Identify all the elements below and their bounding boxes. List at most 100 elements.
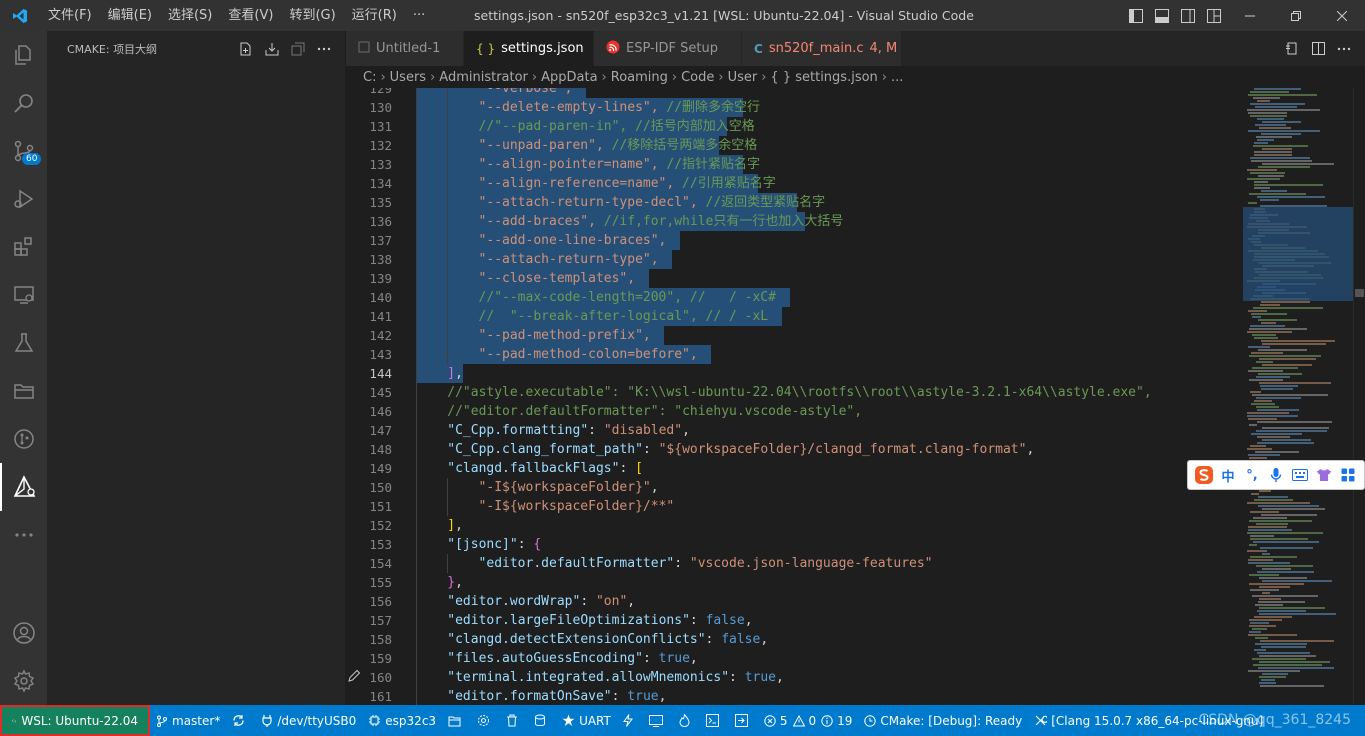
code-token: "--add-braces", (478, 214, 596, 229)
explorer-icon[interactable] (0, 31, 47, 79)
breadcrumb-item[interactable]: Users (390, 70, 426, 85)
chevron-right-icon: › (601, 69, 607, 85)
configure-icon[interactable] (259, 38, 285, 60)
ime-punctuation[interactable]: °, (1240, 463, 1264, 487)
vertical-scrollbar[interactable] (1353, 88, 1365, 705)
menu-run[interactable]: 运行(R) (344, 0, 405, 31)
toolbox-grid-icon[interactable] (1336, 463, 1360, 487)
minimap-line (1262, 439, 1311, 441)
indent-guide (416, 478, 417, 497)
cmake-status[interactable]: CMake: [Debug]: Ready (858, 705, 1028, 736)
menu-more[interactable]: ··· (405, 0, 433, 31)
full-clean-trash-icon[interactable] (500, 705, 528, 736)
toggle-secondary-sidebar-icon[interactable] (1175, 0, 1201, 31)
account-icon[interactable] (0, 609, 47, 657)
menu-file[interactable]: 文件(F) (40, 0, 100, 31)
keyboard-icon[interactable] (1288, 463, 1312, 487)
menu-edit[interactable]: 编辑(E) (100, 0, 160, 31)
code-token: //"astyle.executable": "K:\\wsl-ubuntu-2… (447, 385, 1152, 400)
indent-guide (416, 155, 417, 174)
execute-task-icon[interactable] (729, 705, 758, 736)
serial-port-status[interactable]: /dev/ttyUSB0 (255, 705, 362, 736)
tab-settings-json[interactable]: { } settings.json × (464, 31, 605, 66)
run-debug-icon[interactable] (0, 175, 47, 223)
more-actions-icon[interactable] (311, 38, 337, 60)
problems-status[interactable]: 5 0 19 (758, 705, 859, 736)
source-control-icon[interactable]: 60 (0, 127, 47, 175)
breadcrumb-item[interactable]: Code (681, 70, 714, 85)
sdk-config-gear-icon[interactable] (471, 705, 500, 736)
minimap-slider[interactable] (1243, 207, 1353, 301)
breadcrumb-item[interactable]: C: (363, 70, 376, 85)
search-icon[interactable] (0, 79, 47, 127)
target-label: esp32c3 (385, 713, 437, 728)
breadcrumb-item[interactable]: { } settings.json (770, 70, 877, 85)
edit-pencil-icon (348, 669, 361, 686)
minimap-line (1250, 103, 1305, 105)
manage-gear-icon[interactable] (0, 657, 47, 705)
remote-icon (12, 718, 17, 723)
target-status[interactable]: esp32c3 (362, 705, 442, 736)
code-line: "clangd.detectExtensionConflicts": false… (447, 630, 768, 649)
minimap-line (1248, 202, 1257, 204)
cmake-icon[interactable] (0, 463, 47, 511)
monitor-icon[interactable] (643, 705, 673, 736)
flash-lightning-icon[interactable] (617, 705, 643, 736)
remote-indicator[interactable]: WSL: Ubuntu-22.04 (0, 705, 150, 736)
sogou-logo-icon[interactable] (1192, 463, 1216, 487)
remote-explorer-icon[interactable] (0, 271, 47, 319)
restore-icon[interactable] (1273, 0, 1319, 31)
breadcrumb-item[interactable]: Roaming (611, 70, 668, 85)
split-editor-icon[interactable] (1305, 38, 1331, 60)
skin-shirt-icon[interactable] (1312, 463, 1336, 487)
testing-icon[interactable] (0, 319, 47, 367)
sync-icon[interactable] (226, 705, 255, 736)
editor-more-actions-icon[interactable] (1331, 38, 1357, 60)
tab-sn520f-main-c[interactable]: C sn520f_main.c 4, M (742, 31, 902, 66)
menu-selection[interactable]: 选择(S) (160, 0, 220, 31)
build-flash-monitor-flame-icon[interactable] (673, 705, 700, 736)
minimap-line (1257, 610, 1306, 612)
breadcrumb-item[interactable]: Administrator (439, 70, 528, 85)
extensions-icon[interactable] (0, 223, 47, 271)
collapse-all-icon[interactable] (285, 38, 311, 60)
toggle-panel-icon[interactable] (1149, 0, 1175, 31)
customize-layout-icon[interactable] (1201, 0, 1227, 31)
chevron-right-icon: › (430, 69, 436, 85)
indent-guide (416, 212, 417, 231)
breadcrumb-item[interactable]: ... (891, 70, 903, 85)
scrollbar-thumb[interactable] (1355, 289, 1364, 297)
microphone-icon[interactable] (1264, 463, 1288, 487)
toggle-sidebar-icon[interactable] (1123, 0, 1149, 31)
tab-label: ESP-IDF Setup (626, 41, 719, 56)
breadcrumb-item[interactable]: User (728, 70, 758, 85)
remote-label: WSL: Ubuntu-22.04 (21, 713, 138, 728)
menu-view[interactable]: 查看(V) (220, 0, 281, 31)
minimap[interactable] (1243, 88, 1353, 705)
line-number: 157 (369, 613, 392, 628)
flash-method-status[interactable]: UART (556, 705, 617, 736)
more-views-icon[interactable] (0, 511, 47, 559)
ime-chinese-mode[interactable]: 中 (1216, 463, 1240, 487)
folder-icon[interactable] (0, 367, 47, 415)
git-graph-icon[interactable] (0, 415, 47, 463)
minimap-line (1258, 505, 1319, 507)
line-number: 150 (369, 480, 392, 495)
terminal-icon[interactable] (700, 705, 729, 736)
minimap-line (1250, 535, 1274, 537)
minimap-line (1259, 586, 1290, 588)
open-settings-ui-icon[interactable] (1279, 38, 1305, 60)
close-window-icon[interactable] (1319, 0, 1365, 31)
minimap-line (1257, 409, 1299, 411)
breadcrumb-item[interactable]: AppData (541, 70, 597, 85)
build-cylinder-icon[interactable] (528, 705, 556, 736)
new-file-icon[interactable] (233, 38, 259, 60)
tab-untitled-1[interactable]: Untitled-1 (346, 31, 464, 66)
tab-esp-idf-setup[interactable]: ESP-IDF Setup (594, 31, 742, 66)
menu-go[interactable]: 转到(G) (281, 0, 343, 31)
open-folder-icon[interactable] (442, 705, 471, 736)
minimize-icon[interactable] (1227, 0, 1273, 31)
branch-status[interactable]: master* (150, 705, 226, 736)
line-number: 153 (369, 537, 392, 552)
code-editor[interactable]: 129 130 131 132 133 134 135 136 137 138 139 140 141 1… (346, 88, 1243, 705)
